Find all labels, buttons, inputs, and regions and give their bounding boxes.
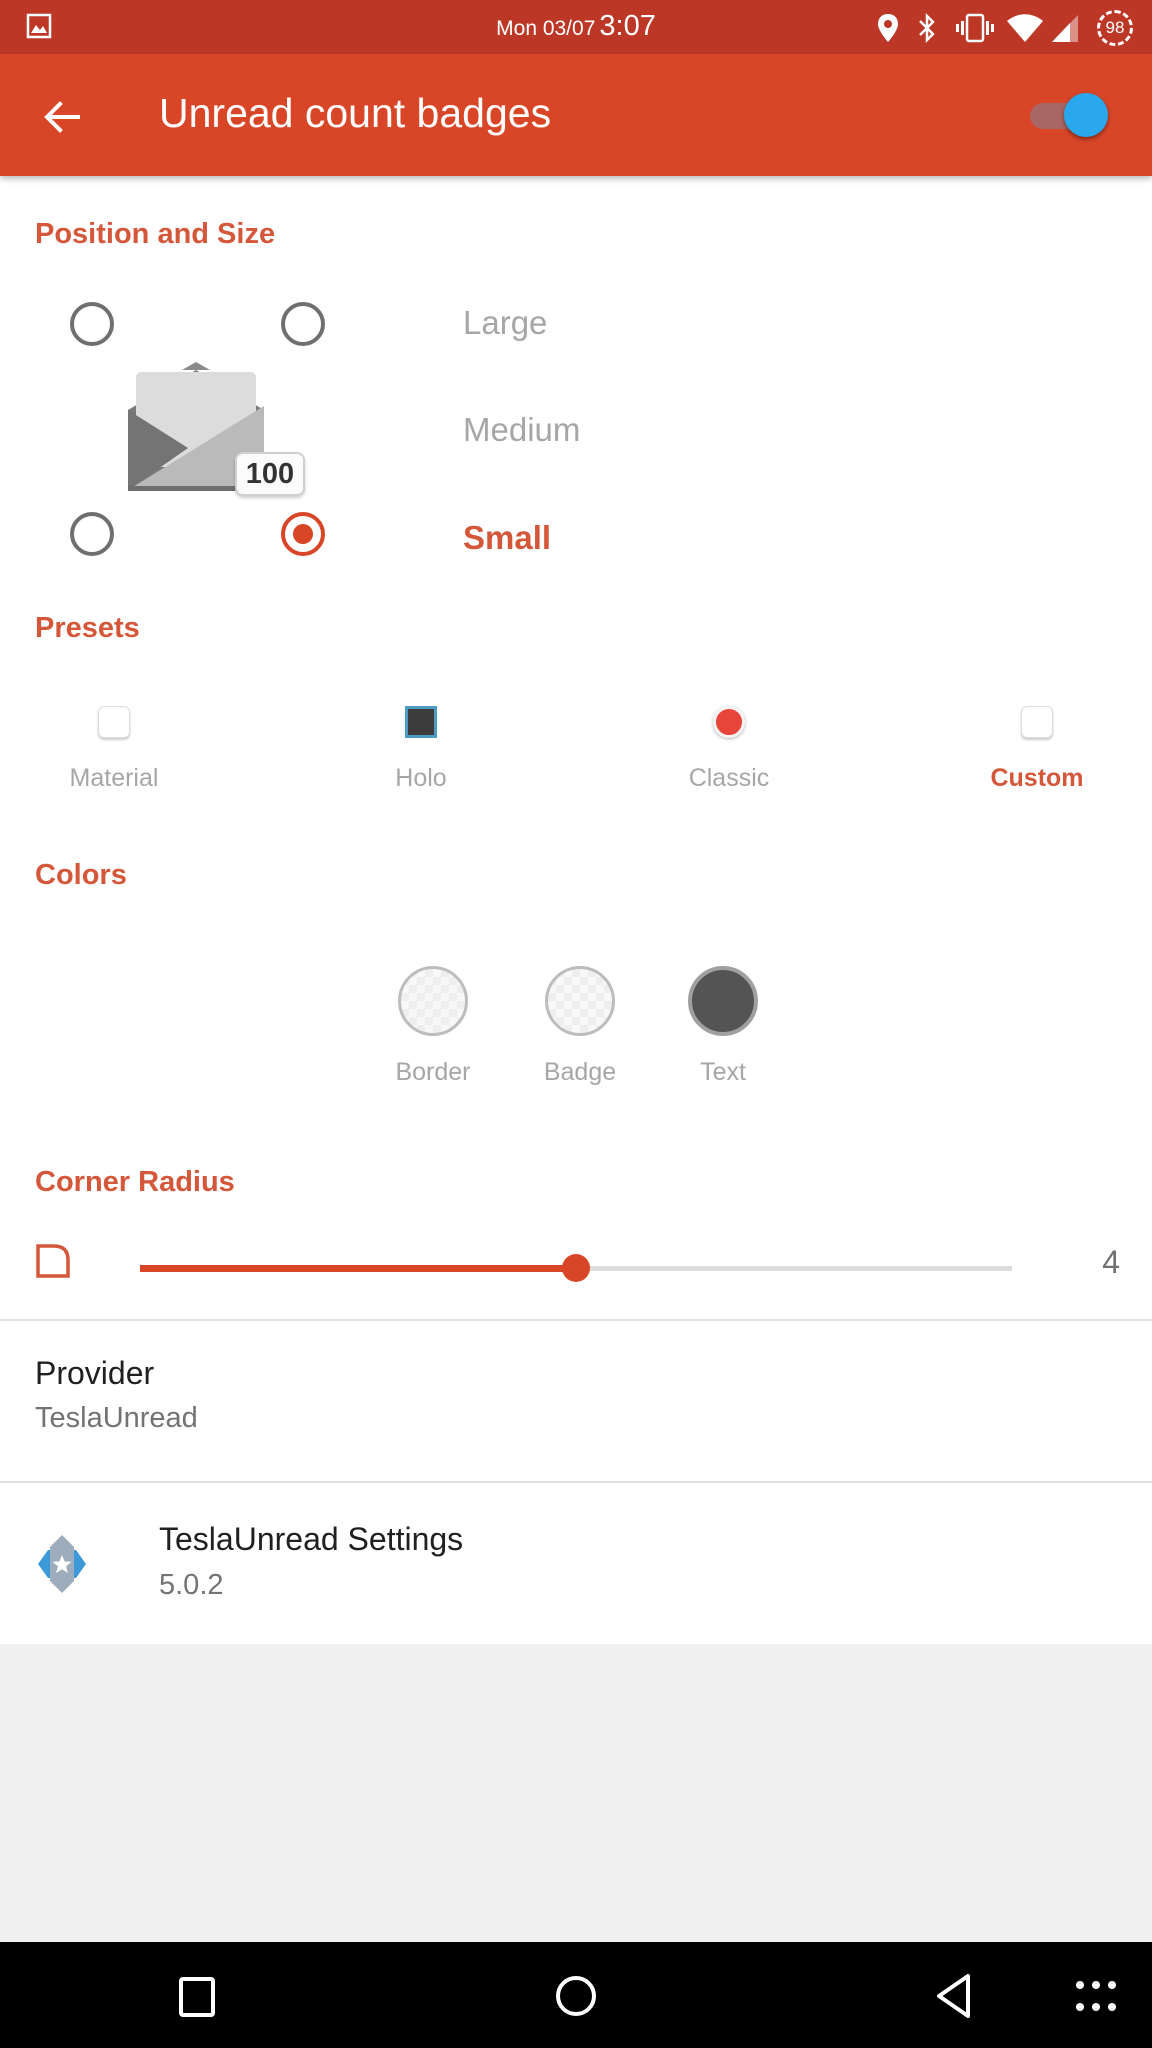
color-text-swatch [688,966,758,1036]
color-border-swatch [398,966,468,1036]
size-option-small[interactable]: Small [463,519,551,557]
preset-holo[interactable]: Holo [331,706,511,793]
position-radio-bottom-left[interactable] [70,512,114,556]
bluetooth-icon [919,13,935,43]
cell-signal-icon [1052,15,1078,42]
master-toggle[interactable] [1030,90,1110,140]
section-title-presets: Presets [35,612,140,644]
provider-preference[interactable]: Provider TeslaUnread [0,1321,1152,1481]
wifi-icon [1007,14,1043,42]
color-border[interactable]: Border [373,966,493,1087]
app-bar: Unread count badges [0,54,1152,176]
status-time: 3:07 [599,10,656,42]
provider-title: Provider [35,1355,155,1391]
slider-thumb[interactable] [562,1254,590,1282]
page-title: Unread count badges [159,90,552,136]
color-badge-swatch [545,966,615,1036]
settings-content: Position and Size 100 Large Medium Small… [0,176,1152,1644]
navigation-bar [0,1942,1152,2048]
corner-radius-value: 4 [1102,1244,1120,1280]
preset-holo-label: Holo [395,764,447,792]
section-title-position-size: Position and Size [35,218,276,250]
vibrate-icon [956,13,994,43]
badge-preview-count: 100 [245,458,295,490]
color-badge[interactable]: Badge [520,966,640,1087]
preset-classic-swatch [713,706,745,738]
arrow-back-icon[interactable] [38,92,88,142]
home-icon[interactable] [554,1974,598,2018]
color-badge-label: Badge [543,1058,617,1086]
size-option-medium[interactable]: Medium [463,411,580,449]
tesla-settings-version: 5.0.2 [159,1569,224,1601]
size-option-large[interactable]: Large [463,304,547,342]
tesla-unread-app-icon [38,1535,86,1593]
preset-custom-swatch [1021,706,1053,738]
preset-material-label: Material [69,764,159,792]
color-text[interactable]: Text [663,966,783,1087]
badge-preview: 100 [235,452,305,496]
position-radio-top-left[interactable] [70,302,114,346]
preset-custom-label: Custom [990,764,1084,792]
status-bar: Mon 03/07 3:07 98 [0,0,1152,54]
battery-level: 98 [1105,18,1125,37]
slider-fill [140,1265,576,1272]
position-radio-top-right[interactable] [281,302,325,346]
preset-holo-swatch [405,706,437,738]
tesla-settings-title: TeslaUnread Settings [159,1521,464,1557]
status-date: Mon 03/07 [496,17,596,40]
corner-radius-slider[interactable] [140,1248,1012,1288]
provider-value: TeslaUnread [35,1402,198,1434]
app-drawer-icon[interactable] [1074,1978,1118,2014]
preset-material-swatch [98,706,130,738]
preset-classic-label: Classic [688,764,770,792]
color-border-label: Border [395,1058,471,1086]
preset-custom[interactable]: Custom [947,706,1127,793]
location-icon [878,14,898,42]
toggle-thumb [1064,93,1108,137]
back-icon[interactable] [934,1972,974,2020]
recents-icon[interactable] [178,1976,218,2020]
section-title-corner-radius: Corner Radius [35,1166,235,1198]
preset-material[interactable]: Material [24,706,204,793]
preset-classic[interactable]: Classic [639,706,819,793]
corner-radius-icon [36,1244,70,1278]
section-title-colors: Colors [35,859,127,891]
position-radio-bottom-right[interactable] [281,512,325,556]
battery-icon: 98 [1097,10,1133,46]
color-text-label: Text [700,1058,746,1086]
tesla-unread-settings-item[interactable]: TeslaUnread Settings 5.0.2 [0,1483,1152,1644]
